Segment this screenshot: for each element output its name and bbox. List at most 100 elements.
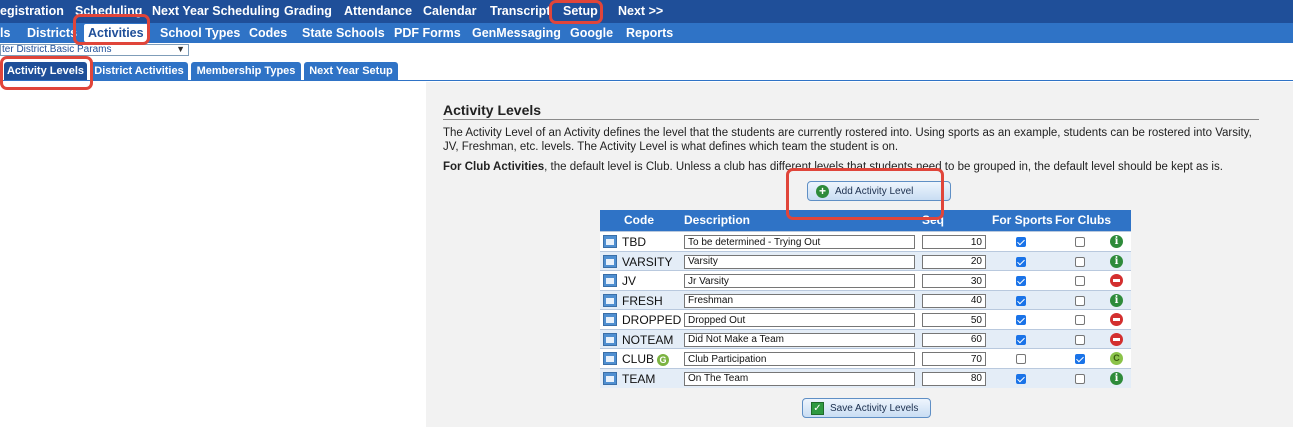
for-sports-checkbox[interactable] [1016, 256, 1026, 267]
row-code-text: CLUB [622, 352, 655, 366]
app-root: egistration Scheduling Next Year Schedulin… [0, 0, 1293, 427]
seq-input[interactable] [922, 332, 986, 347]
nav-main-item[interactable]: Next Year Scheduling [152, 0, 280, 23]
row-code-text: TEAM [622, 371, 656, 386]
remove-icon[interactable] [1110, 332, 1123, 346]
remove-icon[interactable] [1110, 313, 1123, 326]
club-note-rest: , the default level is Club. Unless a cl… [544, 161, 1223, 173]
info-icon[interactable] [1110, 371, 1123, 385]
row-code: FRESH [622, 291, 663, 311]
calendar-icon[interactable] [603, 235, 617, 248]
seq-input[interactable] [922, 313, 986, 327]
nav-sub-item[interactable]: State Schools [302, 23, 385, 43]
nav-main-item[interactable]: Attendance [344, 0, 412, 23]
calendar-icon[interactable] [603, 332, 617, 346]
row-code: CLUB G [622, 349, 670, 369]
for-clubs-checkbox[interactable] [1075, 373, 1085, 384]
description-input[interactable] [684, 332, 915, 347]
nav-sub-item[interactable]: ls [0, 23, 10, 43]
district-select[interactable]: ter District.Basic Params ▼ [0, 44, 189, 56]
row-code-text: JV [622, 274, 637, 288]
remove-icon[interactable] [1110, 274, 1123, 287]
table-row: VARSITY [600, 250, 1131, 271]
table-row: CLUB G [600, 348, 1131, 368]
description-input[interactable] [684, 235, 915, 249]
description-input[interactable] [684, 274, 915, 288]
for-clubs-checkbox[interactable] [1075, 334, 1085, 345]
seq-input[interactable] [922, 352, 986, 366]
add-activity-level-button[interactable]: + Add Activity Level [807, 181, 951, 201]
nav-sub-item[interactable]: GenMessaging [472, 23, 561, 43]
nav-sub-item[interactable]: PDF Forms [394, 23, 461, 43]
for-clubs-checkbox[interactable] [1075, 256, 1085, 267]
seq-input[interactable] [922, 371, 986, 386]
description-input[interactable] [684, 352, 915, 366]
nav-main-item[interactable]: Scheduling [75, 0, 142, 23]
for-clubs-checkbox[interactable] [1075, 354, 1085, 364]
for-clubs-checkbox[interactable] [1075, 295, 1085, 306]
nav-sub-item[interactable]: Districts [27, 23, 77, 43]
seq-input[interactable] [922, 293, 986, 308]
row-code-text: TBD [622, 235, 646, 249]
club-badge-icon: G [657, 353, 670, 366]
calendar-icon[interactable] [603, 371, 617, 385]
seq-input[interactable] [922, 274, 986, 288]
for-sports-checkbox[interactable] [1016, 237, 1026, 247]
nav-sub-item[interactable]: Activities [84, 24, 148, 42]
row-code: TEAM [622, 369, 655, 389]
subtab-next-year-setup[interactable]: Next Year Setup [304, 62, 398, 80]
description-input[interactable] [684, 293, 915, 308]
nav-sub-item[interactable]: Google [570, 23, 613, 43]
for-sports-checkbox[interactable] [1016, 373, 1026, 384]
nav-main-item[interactable]: Next >> [618, 0, 663, 23]
club-note-bold: For Club Activities [443, 161, 545, 173]
nav-sub-item[interactable]: School Types [160, 23, 240, 43]
calendar-icon[interactable] [603, 313, 617, 326]
nav-main-item[interactable]: Calendar [423, 0, 477, 23]
subtab-membership-types[interactable]: Membership Types [191, 62, 301, 80]
for-sports-checkbox[interactable] [1016, 354, 1026, 364]
subtab-activity-levels[interactable]: Activity Levels [4, 62, 87, 80]
description-input[interactable] [684, 313, 915, 327]
calendar-icon[interactable] [603, 352, 617, 365]
seq-input[interactable] [922, 254, 986, 269]
nav-main-item[interactable]: Setup [563, 0, 598, 23]
row-code: JV [622, 271, 636, 291]
subtab-bar: Activity Levels District Activities Memb… [0, 62, 1293, 81]
nav-main-item[interactable]: Transcript [490, 0, 550, 23]
heading-divider [443, 119, 1259, 120]
save-activity-levels-button[interactable]: ✓ Save Activity Levels [802, 398, 931, 418]
club-note: For Club Activities, the default level i… [443, 160, 1273, 174]
subtab-district-activities[interactable]: District Activities [90, 62, 188, 80]
calendar-icon[interactable] [603, 293, 617, 307]
club-icon[interactable] [1110, 352, 1123, 365]
info-icon[interactable] [1110, 235, 1123, 248]
info-icon[interactable] [1110, 293, 1123, 307]
table-row: FRESH [600, 289, 1131, 311]
nav-sub-item[interactable]: Reports [626, 23, 673, 43]
nav-main-item[interactable]: Grading [284, 0, 332, 23]
for-sports-checkbox[interactable] [1016, 334, 1026, 345]
for-sports-checkbox[interactable] [1016, 295, 1026, 306]
description-input[interactable] [684, 371, 915, 386]
description-input[interactable] [684, 254, 915, 269]
for-sports-checkbox[interactable] [1016, 315, 1026, 325]
add-activity-level-label: Add Activity Level [835, 185, 914, 197]
for-clubs-checkbox[interactable] [1075, 237, 1085, 247]
checkmark-icon: ✓ [811, 401, 824, 415]
row-code: TBD [622, 232, 646, 252]
table-row: NOTEAM [600, 328, 1131, 349]
chevron-down-icon: ▼ [176, 44, 185, 54]
for-clubs-checkbox[interactable] [1075, 276, 1085, 286]
row-code-text: VARSITY [622, 254, 673, 269]
for-clubs-checkbox[interactable] [1075, 315, 1085, 325]
for-sports-checkbox[interactable] [1016, 276, 1026, 286]
calendar-icon[interactable] [603, 274, 617, 287]
calendar-icon[interactable] [603, 254, 617, 268]
seq-input[interactable] [922, 235, 986, 249]
activity-levels-table: Code Description Seq For Sports For Club… [600, 210, 1131, 389]
column-header-seq: Seq [922, 213, 945, 227]
info-icon[interactable] [1110, 254, 1123, 268]
nav-sub-item[interactable]: Codes [249, 23, 287, 43]
nav-main-item[interactable]: egistration [0, 0, 64, 23]
